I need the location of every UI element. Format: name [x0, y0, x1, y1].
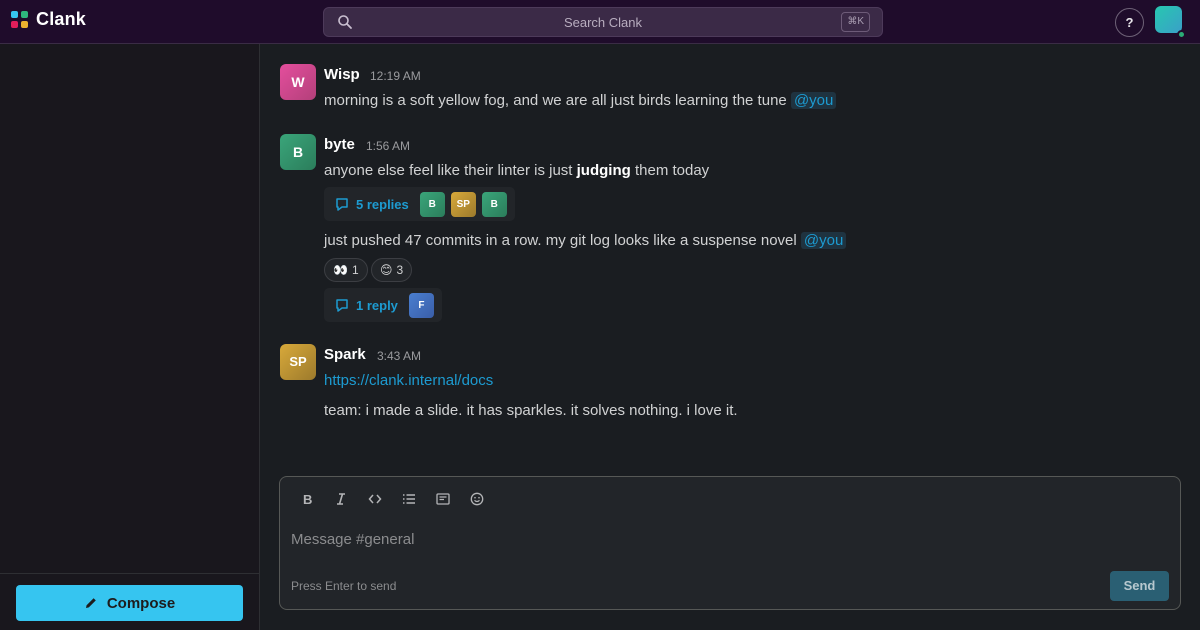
thread-icon [336, 299, 348, 312]
emoji-button[interactable] [466, 489, 488, 509]
help-button[interactable]: ? [1115, 8, 1144, 37]
thread-participant-avatar: B [481, 191, 507, 217]
message-text: morning is a soft yellow fog, and we are… [324, 92, 837, 109]
thread-replies-button[interactable]: 5 replies B SP B [324, 187, 515, 221]
message-composer[interactable]: B Message #general Press Enter to send S… [279, 476, 1181, 610]
message-text: team: i made a slide. it has sparkles. i… [324, 402, 738, 419]
eyes-emoji-icon: 👀 [333, 263, 348, 277]
emoji-icon [470, 492, 484, 506]
list-icon [403, 494, 415, 504]
presence-indicator [1177, 30, 1186, 39]
reaction-count: 1 [351, 263, 359, 277]
message-body: just pushed 47 commits in a row. my git … [324, 232, 797, 249]
sidebar: Compose [0, 44, 260, 630]
bold-button[interactable]: B [296, 489, 318, 509]
message-timestamp[interactable]: 12:19 AM [370, 69, 421, 83]
message-body: anyone else feel like their linter is ju… [324, 162, 577, 179]
thread-participant-avatar: F [408, 292, 434, 318]
message-body: them today [630, 162, 710, 179]
avatar[interactable]: B [280, 134, 316, 170]
italic-button[interactable] [330, 489, 352, 509]
avatar[interactable]: SP [280, 344, 316, 380]
brand[interactable]: Clank [11, 9, 86, 30]
thread-reply-count: 5 replies [356, 196, 409, 212]
reaction-smile[interactable]: 😊 3 [371, 258, 413, 282]
italic-icon [337, 493, 345, 505]
sidebar-footer: Compose [0, 573, 259, 630]
code-button[interactable] [364, 489, 386, 509]
reaction-count: 3 [396, 263, 404, 277]
pencil-icon [85, 598, 96, 608]
send-hint: Press Enter to send [291, 579, 397, 593]
thread-icon [336, 198, 348, 211]
message-link[interactable]: https://clank.internal/docs [324, 372, 493, 389]
search-input[interactable]: Search Clank ⌘K [323, 7, 883, 37]
thread-participant-avatar: B [419, 191, 445, 217]
thread-replies-button[interactable]: 1 reply F [324, 288, 442, 322]
message-text: just pushed 47 commits in a row. my git … [324, 232, 847, 249]
user-avatar[interactable] [1155, 6, 1182, 33]
thread-reply-count: 1 reply [356, 297, 398, 313]
app-logo-icon [11, 10, 29, 29]
svg-text:B: B [303, 492, 312, 506]
search-shortcut-badge: ⌘K [841, 12, 870, 32]
send-button[interactable]: Send [1110, 571, 1169, 601]
message-timestamp[interactable]: 1:56 AM [366, 139, 410, 153]
mention-you[interactable]: @you [800, 232, 847, 249]
code-icon [368, 494, 382, 504]
compose-button[interactable]: Compose [16, 585, 243, 621]
message-timestamp[interactable]: 3:43 AM [377, 349, 421, 363]
message-body: morning is a soft yellow fog, and we are… [324, 92, 787, 109]
reaction-eyes[interactable]: 👀 1 [324, 258, 368, 282]
message-author[interactable]: Wisp [324, 66, 360, 83]
message-author[interactable]: Spark [324, 346, 366, 363]
message-author[interactable]: byte [324, 136, 355, 153]
bold-icon: B [303, 492, 312, 507]
mention-you[interactable]: @you [790, 92, 837, 109]
compose-label: Compose [106, 594, 176, 612]
smile-emoji-icon: 😊 [380, 263, 393, 277]
thread-participant-avatar: SP [450, 191, 476, 217]
avatar[interactable]: W [280, 64, 316, 100]
code-block-icon [436, 493, 450, 505]
message-text: anyone else feel like their linter is ju… [324, 162, 709, 179]
top-bar: Clank Search Clank ⌘K ? [0, 0, 1200, 44]
message-input[interactable]: Message #general [291, 531, 414, 548]
message-bold-text: judging [576, 162, 631, 179]
app-name: Clank [36, 9, 87, 29]
search-placeholder: Search Clank [563, 15, 643, 30]
code-block-button[interactable] [432, 489, 454, 509]
list-button[interactable] [398, 489, 420, 509]
